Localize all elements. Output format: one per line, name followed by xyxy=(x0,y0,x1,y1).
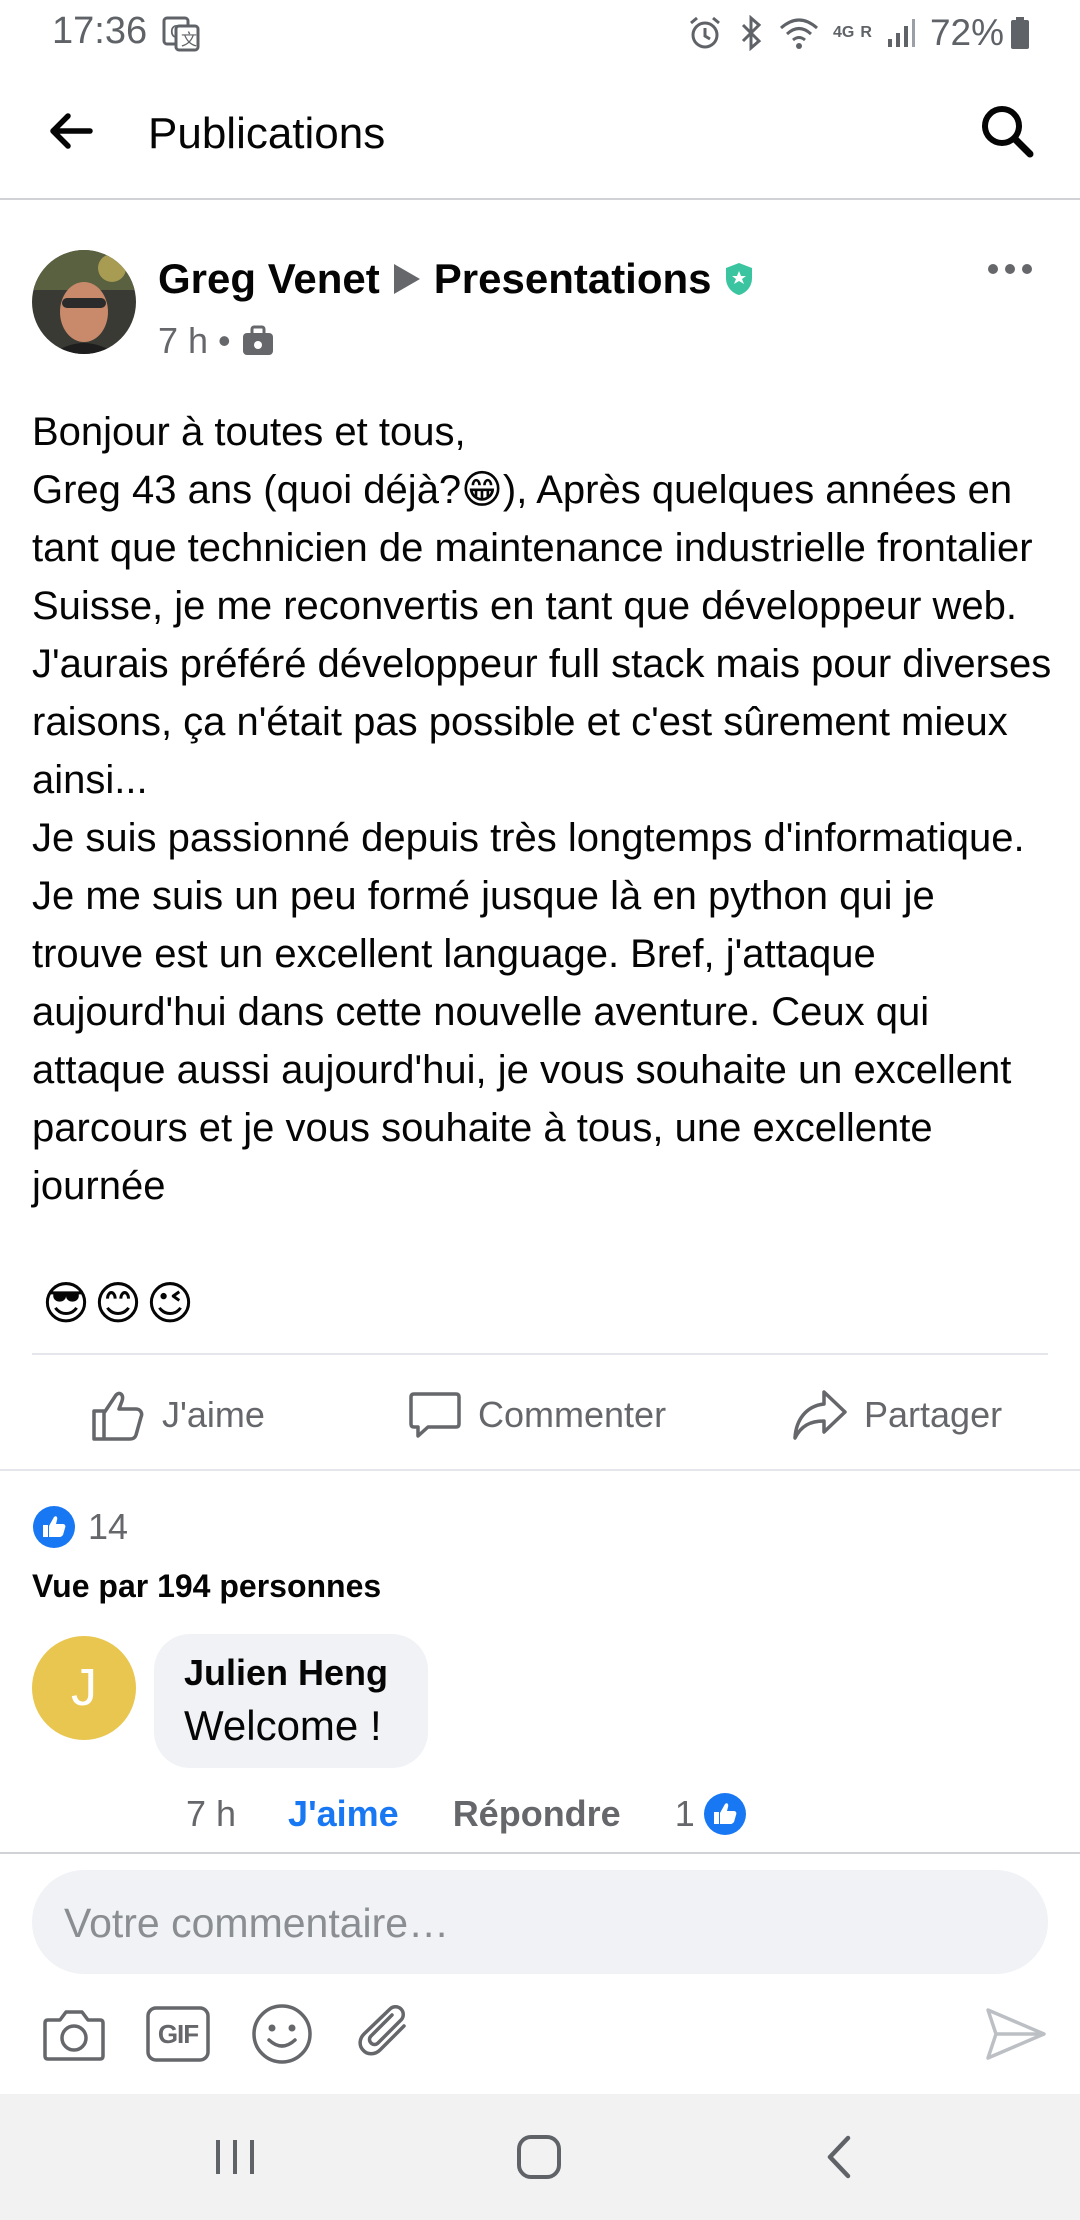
svg-text:文: 文 xyxy=(181,31,197,49)
battery-icon xyxy=(1010,16,1030,50)
battery-percent: 72% xyxy=(929,12,1004,53)
play-arrow-icon xyxy=(392,262,422,296)
commenter-avatar[interactable]: J xyxy=(32,1636,136,1740)
group-name[interactable]: Presentations xyxy=(434,255,712,303)
camera-icon[interactable] xyxy=(40,2000,108,2068)
network-type: 4G xyxy=(833,24,855,41)
comment-text: Welcome ! xyxy=(184,1702,382,1749)
share-arrow-icon xyxy=(792,1388,848,1442)
comment-bubble: Julien Heng Welcome ! xyxy=(154,1634,429,1768)
share-button[interactable]: Partager xyxy=(792,1380,1002,1450)
emoji: 😎 xyxy=(42,1277,90,1329)
system-nav-bar xyxy=(0,2094,1080,2220)
gif-icon[interactable]: GIF xyxy=(144,2000,212,2068)
signal-icon xyxy=(886,17,916,49)
status-bar: 17:36 G文 4G R 72% xyxy=(0,0,1080,66)
comment-bubble-icon xyxy=(408,1388,462,1442)
comment-button[interactable]: Commenter xyxy=(408,1380,666,1450)
emoji-icon[interactable] xyxy=(248,2000,316,2068)
comment-composer[interactable] xyxy=(32,1870,1048,1976)
home-icon[interactable] xyxy=(516,2134,562,2180)
back-arrow-icon[interactable] xyxy=(46,106,96,156)
seen-by-count[interactable]: Vue par 194 personnes xyxy=(32,1568,381,1605)
author-avatar[interactable] xyxy=(32,250,136,354)
meta-separator: • xyxy=(218,320,231,361)
status-time: 17:36 xyxy=(52,10,148,52)
emoji: 😊 xyxy=(93,1277,142,1329)
recent-apps-icon[interactable] xyxy=(212,2136,258,2178)
post-emojis: 😎 😊 😉 xyxy=(42,1276,194,1330)
comment-time: 7 h xyxy=(186,1793,237,1834)
comment-reaction-count[interactable]: 1 xyxy=(675,1793,695,1835)
thumb-up-icon xyxy=(90,1387,146,1443)
post-meta: 7 h • xyxy=(158,320,275,362)
commenter-name[interactable]: Julien Heng xyxy=(184,1652,388,1694)
comment-input[interactable] xyxy=(32,1870,1006,1976)
admin-badge-icon xyxy=(724,262,754,296)
attachment-icon[interactable] xyxy=(352,2000,420,2068)
like-count: 14 xyxy=(88,1506,129,1547)
status-indicators: 4G R 72% xyxy=(687,12,1030,54)
comment-like-button[interactable]: J'aime xyxy=(288,1793,399,1835)
author-name[interactable]: Greg Venet xyxy=(158,255,380,303)
divider xyxy=(0,1852,1080,1854)
share-label: Partager xyxy=(864,1394,1003,1435)
post-author-line: Greg Venet Presentations xyxy=(158,255,754,303)
post-text: Bonjour à toutes et tous, Greg 43 ans (q… xyxy=(32,410,1052,1208)
search-icon[interactable] xyxy=(978,102,1036,160)
alarm-icon xyxy=(687,15,723,51)
translate-icon: G文 xyxy=(162,14,200,52)
comment-reply-button[interactable]: Répondre xyxy=(453,1793,621,1835)
like-reaction-icon xyxy=(703,1792,747,1836)
like-label: J'aime xyxy=(162,1394,265,1435)
post-time[interactable]: 7 h xyxy=(158,320,208,362)
divider xyxy=(0,1469,1080,1471)
reaction-summary[interactable]: 14 xyxy=(32,1505,128,1549)
like-button[interactable]: J'aime xyxy=(90,1380,265,1450)
bluetooth-icon xyxy=(737,15,765,51)
wifi-icon xyxy=(779,16,819,50)
gif-label: GIF xyxy=(157,2019,199,2049)
comment-label: Commenter xyxy=(478,1394,667,1435)
comment-actions: 7 h J'aime Répondre 1 xyxy=(186,1792,747,1836)
group-audience-icon xyxy=(241,325,275,357)
emoji: 😉 xyxy=(145,1277,194,1329)
page-title: Publications xyxy=(148,109,386,158)
divider xyxy=(32,1353,1048,1355)
like-reaction-icon xyxy=(32,1505,76,1549)
back-nav-icon[interactable] xyxy=(824,2134,854,2180)
send-icon[interactable] xyxy=(982,2000,1050,2068)
more-options-icon[interactable] xyxy=(986,262,1034,276)
roaming-indicator: R xyxy=(860,24,872,41)
app-bar: Publications xyxy=(0,66,1080,200)
